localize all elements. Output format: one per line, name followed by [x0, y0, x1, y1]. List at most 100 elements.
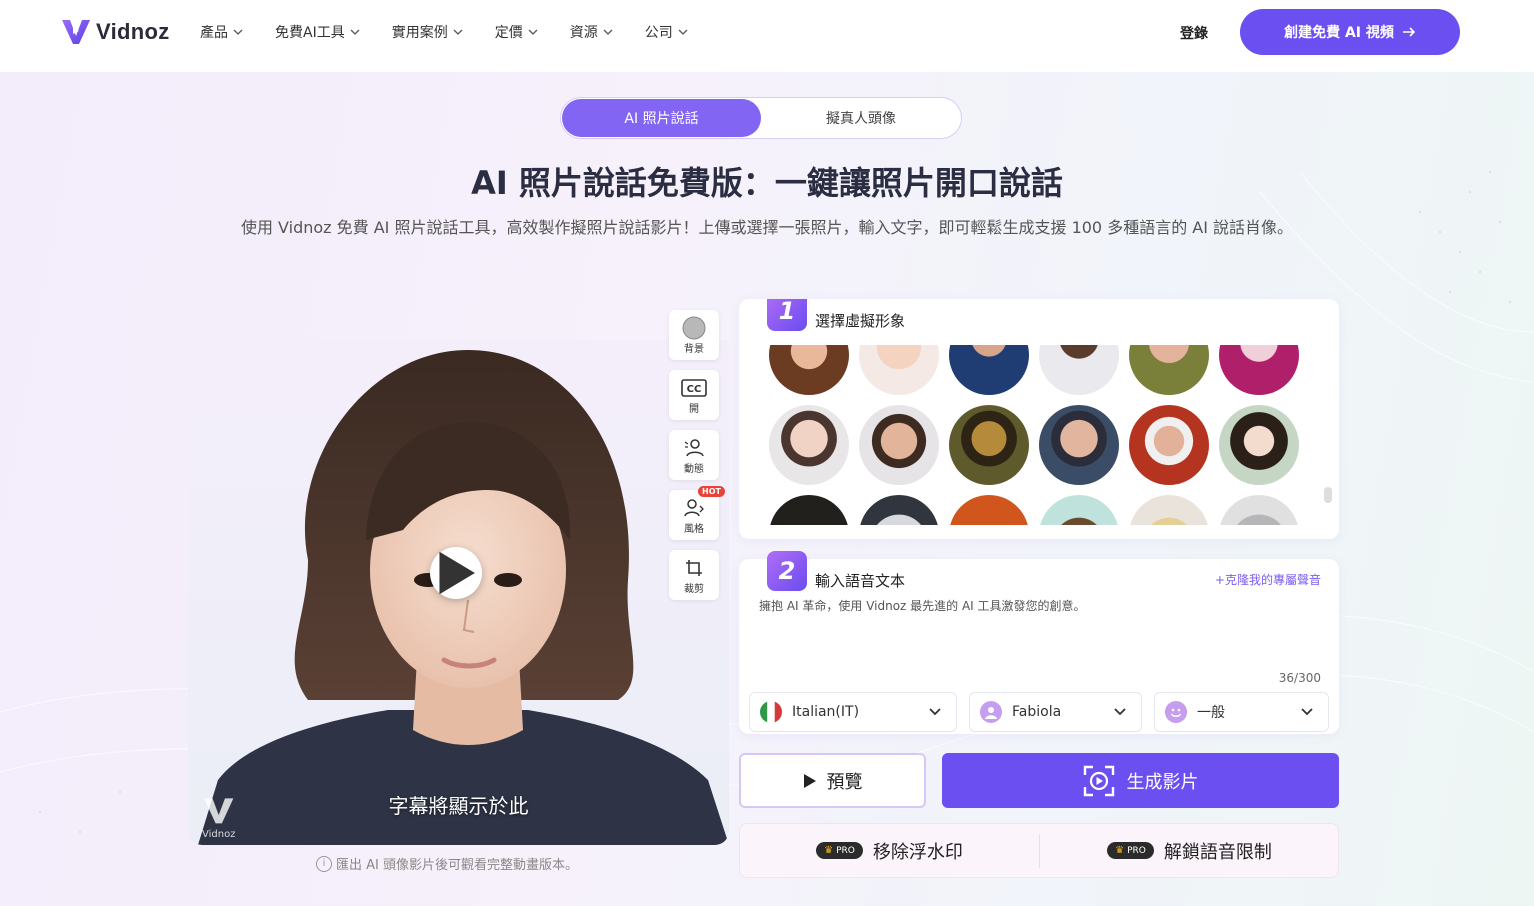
unlock-voice-label: 解鎖語音限制 — [1163, 841, 1272, 863]
smile-icon — [1165, 701, 1187, 723]
play-icon — [803, 773, 816, 788]
pro-features-bar: ♛ PRO 移除浮水印 ♛ PRO 解鎖語音限制 — [739, 823, 1339, 878]
chevron-down-icon — [603, 29, 613, 35]
video-frame-icon — [1083, 765, 1114, 796]
crop-icon — [685, 556, 703, 580]
tool-style[interactable]: HOT 風格 — [669, 486, 725, 540]
preview-button[interactable]: 預覽 — [739, 753, 926, 808]
play-icon — [439, 551, 475, 595]
clone-voice-link[interactable]: +克隆我的專屬聲音 — [1215, 571, 1321, 588]
avatar-option[interactable] — [859, 405, 939, 485]
main-menu: 產品 免費AI工具 實用案例 定價 資源 公司 — [200, 22, 720, 42]
avatar-option[interactable] — [769, 495, 849, 525]
top-nav: Vidnoz 產品 免費AI工具 實用案例 定價 資源 公司 登錄 創建免費 A… — [0, 0, 1534, 72]
vidnoz-watermark-icon — [204, 798, 234, 824]
info-icon: i — [316, 855, 332, 872]
tool-label: 背景 — [684, 343, 704, 355]
avatar-option[interactable] — [1129, 345, 1209, 395]
remove-watermark-button[interactable]: ♛ PRO 移除浮水印 — [740, 824, 1039, 877]
background-circle-icon — [682, 316, 706, 340]
speech-text-input[interactable]: 擁抱 AI 革命，使用 Vidnoz 最先進的 AI 工具激發您的創意。 — [759, 597, 1086, 614]
tool-background[interactable]: 背景 — [669, 310, 719, 360]
pro-badge-text: PRO — [836, 845, 855, 856]
avatar-option[interactable] — [769, 345, 849, 395]
avatar-option[interactable] — [1129, 495, 1209, 525]
create-free-video-button[interactable]: 創建免費 AI 視頻 — [1240, 9, 1460, 55]
motion-person-icon — [683, 436, 705, 460]
menu-label: 資源 — [569, 25, 598, 41]
avatar-option[interactable] — [1219, 345, 1299, 395]
chevron-down-icon — [233, 29, 243, 35]
menu-company[interactable]: 公司 — [645, 22, 688, 42]
page-title: AI 照片說話免費版：一鍵讓照片開口說話 — [471, 164, 1063, 202]
login-link[interactable]: 登錄 — [1180, 23, 1208, 43]
step2-title: 輸入語音文本 — [815, 572, 906, 590]
step-number-2: 2 — [767, 551, 807, 591]
tool-label: 開 — [689, 403, 699, 415]
avatar-option[interactable] — [1219, 405, 1299, 485]
crown-icon: ♛ — [824, 845, 834, 856]
tool-captions[interactable]: CC 開 — [669, 370, 719, 420]
crown-icon: ♛ — [1115, 845, 1125, 856]
pro-badge-text: PRO — [1127, 845, 1146, 856]
unlock-voice-limit-button[interactable]: ♛ PRO 解鎖語音限制 — [1040, 824, 1339, 877]
hero-section: AI 照片說話 擬真人頭像 AI 照片說話免費版：一鍵讓照片開口說話 使用 Vi… — [0, 72, 1534, 906]
chevron-down-icon — [350, 29, 360, 35]
tool-motion[interactable]: 動態 — [669, 430, 719, 480]
export-note: i 匯出 AI 頭像影片後可觀看完整動畫版本。 — [316, 854, 578, 873]
step1-title: 選擇虛擬形象 — [815, 312, 906, 330]
style-person-icon — [683, 496, 705, 520]
menu-free-ai-tools[interactable]: 免費AI工具 — [275, 22, 360, 42]
avatar-option[interactable] — [769, 405, 849, 485]
avatar-option[interactable] — [1039, 405, 1119, 485]
voice-select[interactable]: Fabiola — [969, 692, 1142, 732]
menu-use-cases[interactable]: 實用案例 — [392, 22, 463, 42]
generate-label: 生成影片 — [1126, 771, 1199, 793]
hot-badge: HOT — [698, 486, 725, 497]
chevron-down-icon — [1301, 708, 1313, 716]
remove-watermark-label: 移除浮水印 — [872, 841, 963, 863]
avatar-option[interactable] — [1219, 495, 1299, 525]
avatar-option[interactable] — [949, 405, 1029, 485]
avatar-option[interactable] — [949, 495, 1029, 525]
user-avatar-icon — [980, 701, 1002, 723]
menu-resources[interactable]: 資源 — [570, 22, 613, 42]
emotion-select[interactable]: 一般 — [1154, 692, 1329, 732]
menu-pricing[interactable]: 定價 — [495, 22, 538, 42]
avatar-selection-card: 1 選擇虛擬形象 — [739, 299, 1339, 539]
tool-crop[interactable]: 裁剪 — [669, 550, 719, 600]
preview-label: 預覽 — [826, 771, 863, 793]
pro-badge: ♛ PRO — [1107, 842, 1154, 859]
chevron-down-icon — [1114, 708, 1126, 716]
vidnoz-logo-icon — [62, 20, 90, 44]
step-number-1: 1 — [767, 299, 807, 331]
language-select[interactable]: Italian(IT) — [749, 692, 957, 732]
avatar-option[interactable] — [1039, 495, 1119, 525]
pro-badge: ♛ PRO — [816, 842, 863, 859]
avatar-option[interactable] — [859, 495, 939, 525]
generate-video-button[interactable]: 生成影片 — [942, 753, 1339, 808]
plus-icon: + — [1214, 573, 1225, 587]
chevron-down-icon — [528, 29, 538, 35]
menu-label: 定價 — [494, 25, 523, 41]
menu-products[interactable]: 產品 — [200, 22, 243, 42]
menu-label: 公司 — [644, 25, 673, 41]
avatar-scrollbar[interactable] — [1324, 487, 1332, 503]
menu-label: 免費AI工具 — [275, 25, 345, 41]
arrow-right-icon — [1402, 27, 1416, 37]
svg-text:CC: CC — [687, 384, 702, 395]
tab-ai-photo-talk[interactable]: AI 照片說話 — [562, 99, 761, 137]
play-button[interactable] — [430, 547, 482, 599]
avatar-option[interactable] — [1129, 405, 1209, 485]
avatar-option[interactable] — [859, 345, 939, 395]
avatar-option[interactable] — [1039, 345, 1119, 395]
emotion-value: 一般 — [1197, 705, 1225, 721]
mode-toggle: AI 照片說話 擬真人頭像 — [560, 97, 962, 139]
language-value: Italian(IT) — [792, 704, 860, 720]
clone-voice-label: 克隆我的專屬聲音 — [1224, 573, 1321, 587]
vidnoz-logo[interactable]: Vidnoz — [60, 16, 170, 48]
tab-realistic-avatar[interactable]: 擬真人頭像 — [761, 99, 961, 137]
avatar-option[interactable] — [949, 345, 1029, 395]
page-subtitle: 使用 Vidnoz 免費 AI 照片說話工具，高效製作擬照片說話影片！上傳或選擇… — [240, 218, 1294, 237]
voice-text-card: 2 輸入語音文本 +克隆我的專屬聲音 擁抱 AI 革命，使用 Vidnoz 最先… — [739, 551, 1339, 734]
